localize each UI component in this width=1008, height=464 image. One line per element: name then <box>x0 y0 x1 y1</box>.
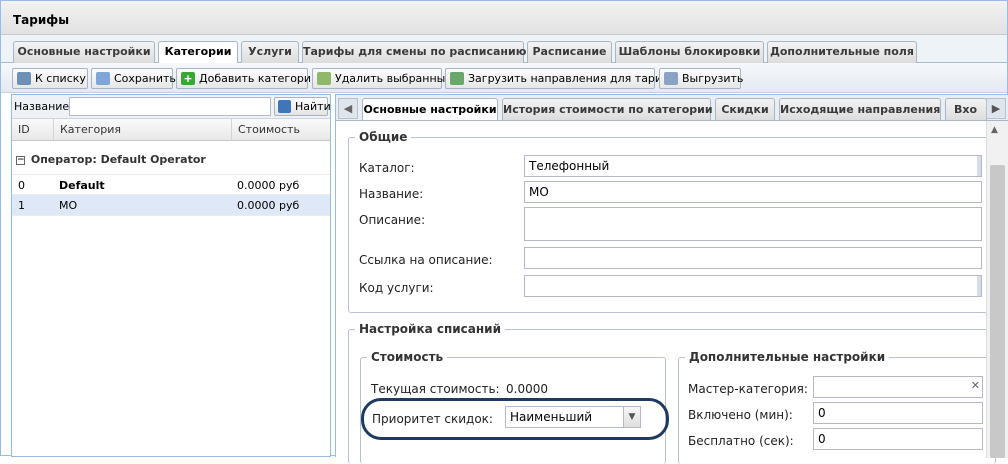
export-button[interactable]: Выгрузить <box>659 68 743 89</box>
trash-icon <box>317 72 331 85</box>
catalog-label: Каталог: <box>359 161 415 175</box>
included-min-input[interactable]: 0 <box>813 402 983 424</box>
toolbar: К списку Сохранить + Добавить категорию … <box>1 63 1007 93</box>
service-code-label: Код услуги: <box>359 281 434 295</box>
column-header-category[interactable]: Категория <box>54 119 232 141</box>
tab-schedule[interactable]: Расписание <box>527 41 612 63</box>
tab-main-settings[interactable]: Основные настройки <box>13 41 155 63</box>
grid-header: ID Категория Стоимость <box>12 119 330 141</box>
window-title: Тарифы <box>1 1 1007 35</box>
row-category: Default <box>59 179 105 192</box>
add-category-button[interactable]: + Добавить категорию <box>176 68 320 89</box>
delete-selected-button[interactable]: Удалить выбранные <box>312 68 452 89</box>
name-input[interactable]: МО <box>524 181 982 203</box>
scroll-tabs-right-icon[interactable]: ▶ <box>986 98 1006 119</box>
discount-priority-select[interactable]: Наименьший ▼ <box>505 406 641 428</box>
description-label: Описание: <box>359 213 426 227</box>
master-category-label: Мастер-категория: <box>688 382 808 396</box>
current-cost-label: Текущая стоимость: <box>371 382 500 396</box>
main-tabs: Основные настройки Категории Услуги Тари… <box>1 35 1007 64</box>
save-icon <box>96 72 110 85</box>
column-header-cost[interactable]: Стоимость <box>232 119 330 141</box>
back-to-list-button[interactable]: К списку <box>12 68 88 89</box>
tab-services[interactable]: Услуги <box>241 41 299 63</box>
row-id: 1 <box>18 199 25 212</box>
vertical-scrollbar[interactable]: ▲ <box>986 121 1008 458</box>
tab-discounts[interactable]: Скидки <box>715 98 775 120</box>
plus-icon: + <box>181 72 195 85</box>
collapse-icon[interactable]: − <box>16 155 25 165</box>
category-list-panel: Название: Найти ID Категория Стоимость −… <box>11 94 331 457</box>
search-button[interactable]: Найти <box>274 97 331 116</box>
service-code-select[interactable] <box>524 275 982 297</box>
name-label: Название: <box>359 187 424 201</box>
clear-icon[interactable]: ✕ <box>971 379 980 393</box>
charges-legend: Настройка списаний <box>355 322 506 336</box>
tab-detail-main-settings[interactable]: Основные настройки <box>362 98 498 120</box>
catalog-select[interactable]: Телефонный <box>524 155 982 177</box>
general-legend: Общие <box>355 130 412 144</box>
discount-priority-label: Приоритет скидок: <box>372 412 493 426</box>
table-row-selected[interactable]: 1 МО 0.0000 руб <box>12 195 330 216</box>
master-category-select[interactable]: ✕ <box>813 376 983 398</box>
row-cost: 0.0000 руб <box>237 179 300 192</box>
description-link-label: Ссылка на описание: <box>359 253 493 267</box>
list-icon <box>17 72 31 85</box>
description-link-input[interactable] <box>524 247 982 269</box>
tab-incoming-truncated[interactable]: Вхо <box>945 98 987 120</box>
detail-tabs: ◀ Основные настройки История стоимости п… <box>336 95 1008 121</box>
free-sec-label: Бесплатно (сек): <box>688 434 794 448</box>
scroll-tabs-left-icon[interactable]: ◀ <box>338 98 358 119</box>
export-icon <box>664 72 678 85</box>
load-directions-button[interactable]: Загрузить направления для тарифа <box>445 68 678 89</box>
table-row[interactable]: 0 Default 0.0000 руб <box>12 174 330 195</box>
free-sec-input[interactable]: 0 <box>813 428 983 450</box>
cost-legend: Стоимость <box>367 350 448 364</box>
tab-outgoing-directions[interactable]: Исходящие направления <box>779 98 941 120</box>
column-header-id[interactable]: ID <box>12 119 54 141</box>
tab-schedule-tariffs[interactable]: Тарифы для смены по расписанию <box>302 41 526 63</box>
search-bar: Название: Найти <box>12 95 331 119</box>
current-cost-value: 0.0000 <box>506 382 548 396</box>
chevron-down-icon[interactable]: ▼ <box>623 407 640 427</box>
tab-cost-history[interactable]: История стоимости по категории <box>502 98 713 120</box>
search-label: Название: <box>14 100 73 113</box>
table-import-icon <box>450 72 464 85</box>
tab-block-templates[interactable]: Шаблоны блокировки <box>615 41 764 63</box>
extra-settings-legend: Дополнительные настройки <box>685 350 890 364</box>
search-input[interactable] <box>69 97 271 116</box>
row-category: МО <box>59 199 78 212</box>
scrollbar-thumb[interactable] <box>990 165 1005 458</box>
description-textarea[interactable] <box>524 207 982 241</box>
row-id: 0 <box>18 179 25 192</box>
detail-content: Общие Каталог: Телефонный Название: МО О… <box>336 121 996 464</box>
tariffs-window: Тарифы Основные настройки Категории Услу… <box>0 0 1008 464</box>
row-cost: 0.0000 руб <box>237 199 300 212</box>
tab-categories[interactable]: Категории <box>158 41 238 64</box>
scroll-up-icon[interactable]: ▲ <box>991 125 998 135</box>
group-header[interactable]: − Оператор: Default Operator <box>16 153 206 166</box>
included-min-label: Включено (мин): <box>688 408 793 422</box>
search-icon <box>278 100 291 113</box>
tab-extra-fields[interactable]: Дополнительные поля <box>767 41 917 63</box>
save-button[interactable]: Сохранить <box>91 68 176 89</box>
category-detail-panel: ◀ Основные настройки История стоимости п… <box>335 94 1008 464</box>
